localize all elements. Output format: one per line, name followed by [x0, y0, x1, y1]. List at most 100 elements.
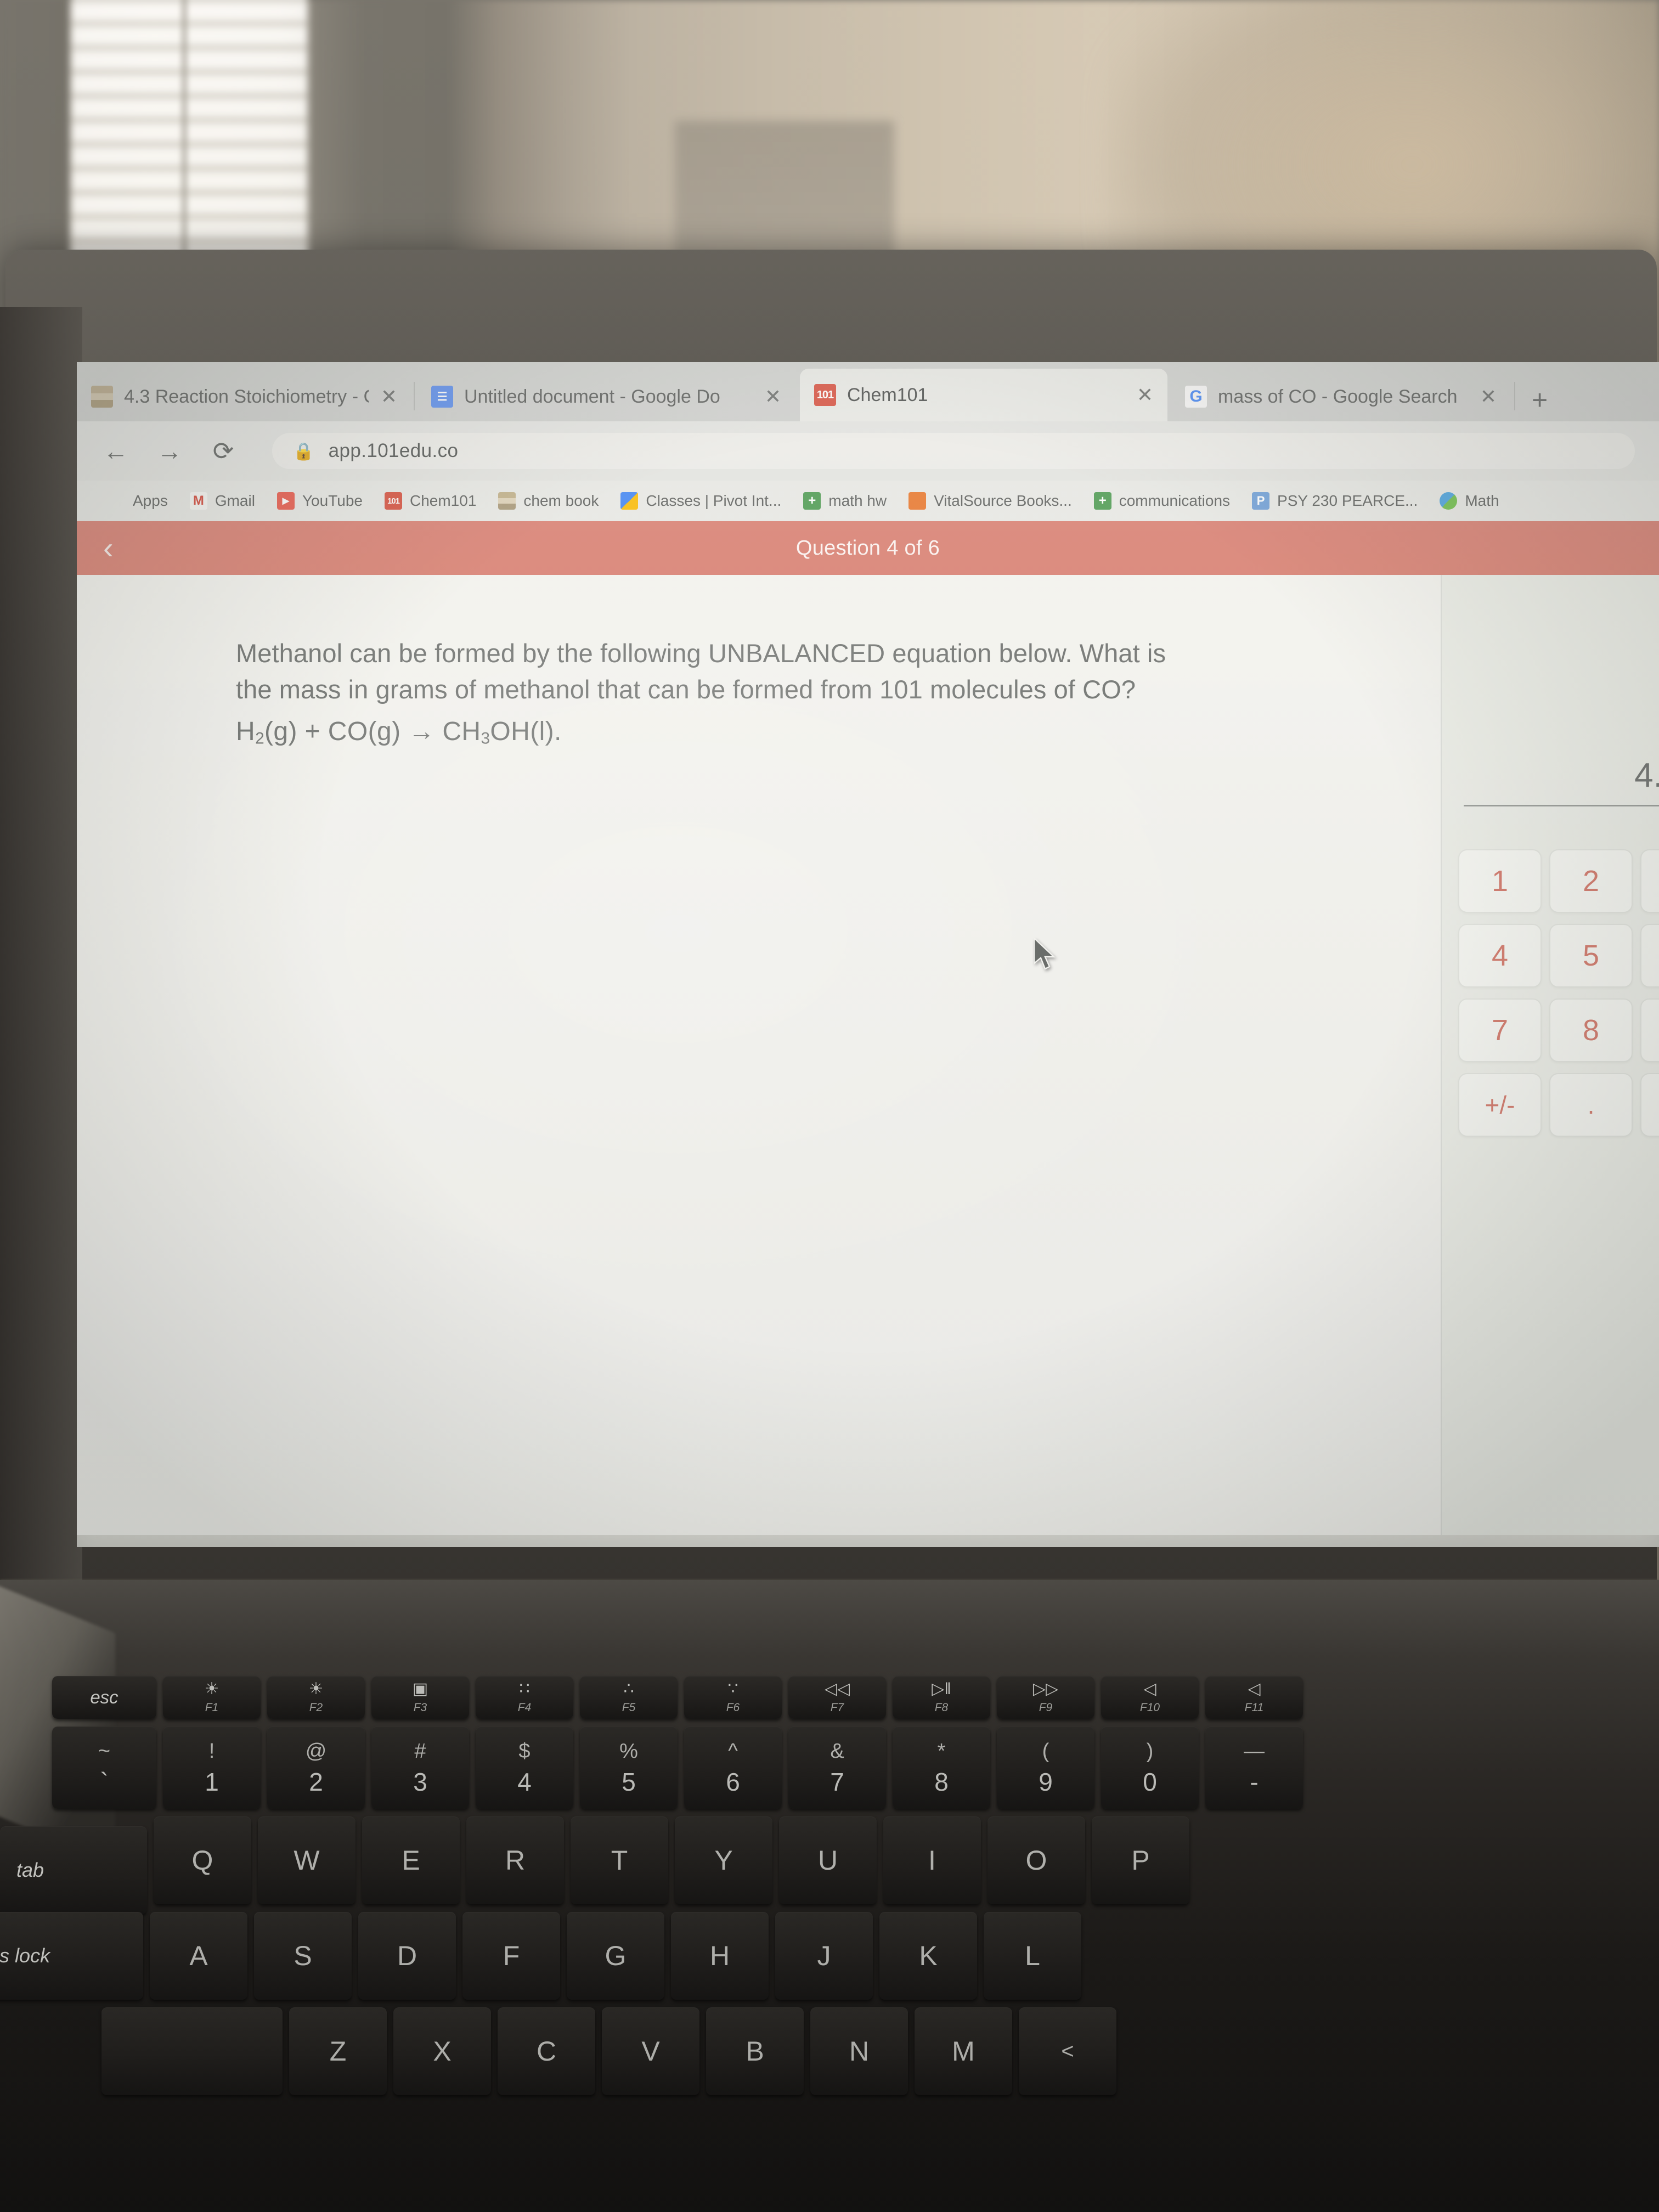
bookmark-classes-pivot[interactable]: Classes | Pivot Int...: [610, 492, 792, 510]
back-chevron-icon[interactable]: ‹: [103, 533, 114, 563]
keypad-key-1[interactable]: 1: [1458, 849, 1542, 913]
green-folder-icon: +: [803, 492, 821, 510]
new-tab-button[interactable]: +: [1532, 386, 1548, 414]
key-f11[interactable]: ◁ F11: [1205, 1676, 1303, 1719]
key-1[interactable]: ! 1: [163, 1726, 261, 1809]
key-esc[interactable]: esc: [52, 1676, 156, 1719]
key-f[interactable]: F: [462, 1912, 560, 2000]
key-minus[interactable]: — -: [1205, 1726, 1303, 1809]
keypad-key-8[interactable]: 8: [1549, 998, 1633, 1062]
close-icon[interactable]: ✕: [1480, 385, 1497, 408]
key-c[interactable]: C: [498, 2007, 595, 2095]
forward-icon[interactable]: →: [155, 438, 184, 464]
key-n[interactable]: N: [810, 2007, 908, 2095]
key-0[interactable]: ) 0: [1101, 1726, 1199, 1809]
key-6[interactable]: ^ 6: [684, 1726, 782, 1809]
keypad-key-9[interactable]: 9: [1640, 998, 1659, 1062]
bookmark-youtube[interactable]: ▶ YouTube: [266, 492, 374, 510]
bookmark-psy230[interactable]: P PSY 230 PEARCE...: [1241, 492, 1429, 510]
key-2[interactable]: @ 2: [267, 1726, 365, 1809]
bookmark-math[interactable]: Math: [1429, 492, 1510, 510]
key-5[interactable]: % 5: [580, 1726, 678, 1809]
key-3[interactable]: # 3: [371, 1726, 469, 1809]
close-icon[interactable]: ✕: [1137, 383, 1153, 407]
key-w[interactable]: W: [258, 1816, 356, 1904]
key-f1[interactable]: ☀ F1: [163, 1676, 261, 1719]
key-o[interactable]: O: [988, 1816, 1085, 1904]
bookmark-chem101[interactable]: 101 Chem101: [374, 492, 487, 510]
browser-tab-google-search[interactable]: G mass of CO - Google Search ✕: [1171, 372, 1511, 421]
key-l[interactable]: L: [984, 1912, 1081, 2000]
key-x[interactable]: X: [393, 2007, 491, 2095]
browser-tab-chem101[interactable]: 101 Chem101 ✕: [800, 369, 1167, 421]
key-label: 6: [726, 1768, 740, 1796]
key-7[interactable]: & 7: [788, 1726, 886, 1809]
bookmark-vitalsource[interactable]: VitalSource Books...: [898, 492, 1083, 510]
bookmark-apps[interactable]: Apps: [97, 492, 179, 510]
photo-of-laptop-screen: 4.3 Reaction Stoichiometry - C ✕ ☰ Untit…: [0, 0, 1659, 2212]
key-backtick[interactable]: ~ `: [52, 1726, 156, 1809]
key-a[interactable]: A: [150, 1912, 247, 2000]
key-caps-lock[interactable]: caps lock: [0, 1912, 143, 2000]
key-q[interactable]: Q: [154, 1816, 251, 1904]
close-icon[interactable]: ✕: [765, 385, 781, 408]
key-k[interactable]: K: [879, 1912, 977, 2000]
key-d[interactable]: D: [358, 1912, 456, 2000]
key-4[interactable]: $ 4: [476, 1726, 573, 1809]
address-bar[interactable]: 🔒 app.101edu.co: [272, 433, 1635, 469]
close-icon[interactable]: ✕: [381, 385, 397, 408]
reload-icon[interactable]: ⟳: [208, 438, 238, 464]
key-tab[interactable]: tab: [0, 1826, 147, 1914]
bookmark-math-hw[interactable]: + math hw: [792, 492, 898, 510]
key-shift[interactable]: [101, 2007, 283, 2095]
key-label: F9: [1039, 1701, 1053, 1714]
key-f4[interactable]: ∷ F4: [476, 1676, 573, 1719]
key-f8[interactable]: ▷‖ F8: [893, 1676, 990, 1719]
key-s[interactable]: S: [254, 1912, 352, 2000]
key-f2[interactable]: ☀ F2: [267, 1676, 365, 1719]
key-i[interactable]: I: [883, 1816, 981, 1904]
key-label: `: [100, 1768, 109, 1796]
browser-tab-google-docs[interactable]: ☰ Untitled document - Google Do ✕: [417, 372, 795, 421]
bookmark-chem-book[interactable]: chem book: [487, 492, 610, 510]
key-f6[interactable]: ∵ F6: [684, 1676, 782, 1719]
keypad-key-4[interactable]: 4: [1458, 924, 1542, 988]
keypad-key-7[interactable]: 7: [1458, 998, 1542, 1062]
bookmark-communications[interactable]: + communications: [1083, 492, 1241, 510]
key-f7[interactable]: ◁◁ F7: [788, 1676, 886, 1719]
keypad-key-sign[interactable]: +/-: [1458, 1073, 1542, 1137]
key-r[interactable]: R: [466, 1816, 564, 1904]
keypad-key-0[interactable]: 0: [1640, 1073, 1659, 1137]
key-f10[interactable]: ◁ F10: [1101, 1676, 1199, 1719]
bookmark-label: Chem101: [409, 492, 477, 509]
key-p[interactable]: P: [1092, 1816, 1189, 1904]
key-f3[interactable]: ▣ F3: [371, 1676, 469, 1719]
browser-tab-stoichiometry[interactable]: 4.3 Reaction Stoichiometry - C ✕: [77, 372, 411, 421]
key-z[interactable]: Z: [289, 2007, 387, 2095]
keypad-key-3[interactable]: 3: [1640, 849, 1659, 913]
key-f9[interactable]: ▷▷ F9: [997, 1676, 1094, 1719]
key-u[interactable]: U: [779, 1816, 877, 1904]
key-label: F6: [726, 1701, 740, 1714]
key-m[interactable]: M: [915, 2007, 1012, 2095]
keypad-key-decimal[interactable]: .: [1549, 1073, 1633, 1137]
back-icon[interactable]: ←: [101, 438, 131, 464]
bookmark-gmail[interactable]: M Gmail: [179, 492, 266, 510]
key-y[interactable]: Y: [675, 1816, 772, 1904]
keypad-key-6[interactable]: 6: [1640, 924, 1659, 988]
keypad-key-2[interactable]: 2: [1549, 849, 1633, 913]
key-e[interactable]: E: [362, 1816, 460, 1904]
key-f5[interactable]: ∴ F5: [580, 1676, 678, 1719]
keyboard-home-row: caps lock A S D F G H J K L: [0, 1912, 1659, 2000]
answer-input[interactable]: 4.70 x: [1464, 756, 1659, 806]
key-h[interactable]: H: [671, 1912, 769, 2000]
key-t[interactable]: T: [571, 1816, 668, 1904]
key-8[interactable]: * 8: [893, 1726, 990, 1809]
key-9[interactable]: ( 9: [997, 1726, 1094, 1809]
key-comma[interactable]: <: [1019, 2007, 1116, 2095]
key-b[interactable]: B: [706, 2007, 804, 2095]
keypad-key-5[interactable]: 5: [1549, 924, 1633, 988]
key-v[interactable]: V: [602, 2007, 699, 2095]
key-g[interactable]: G: [567, 1912, 664, 2000]
key-j[interactable]: J: [775, 1912, 873, 2000]
